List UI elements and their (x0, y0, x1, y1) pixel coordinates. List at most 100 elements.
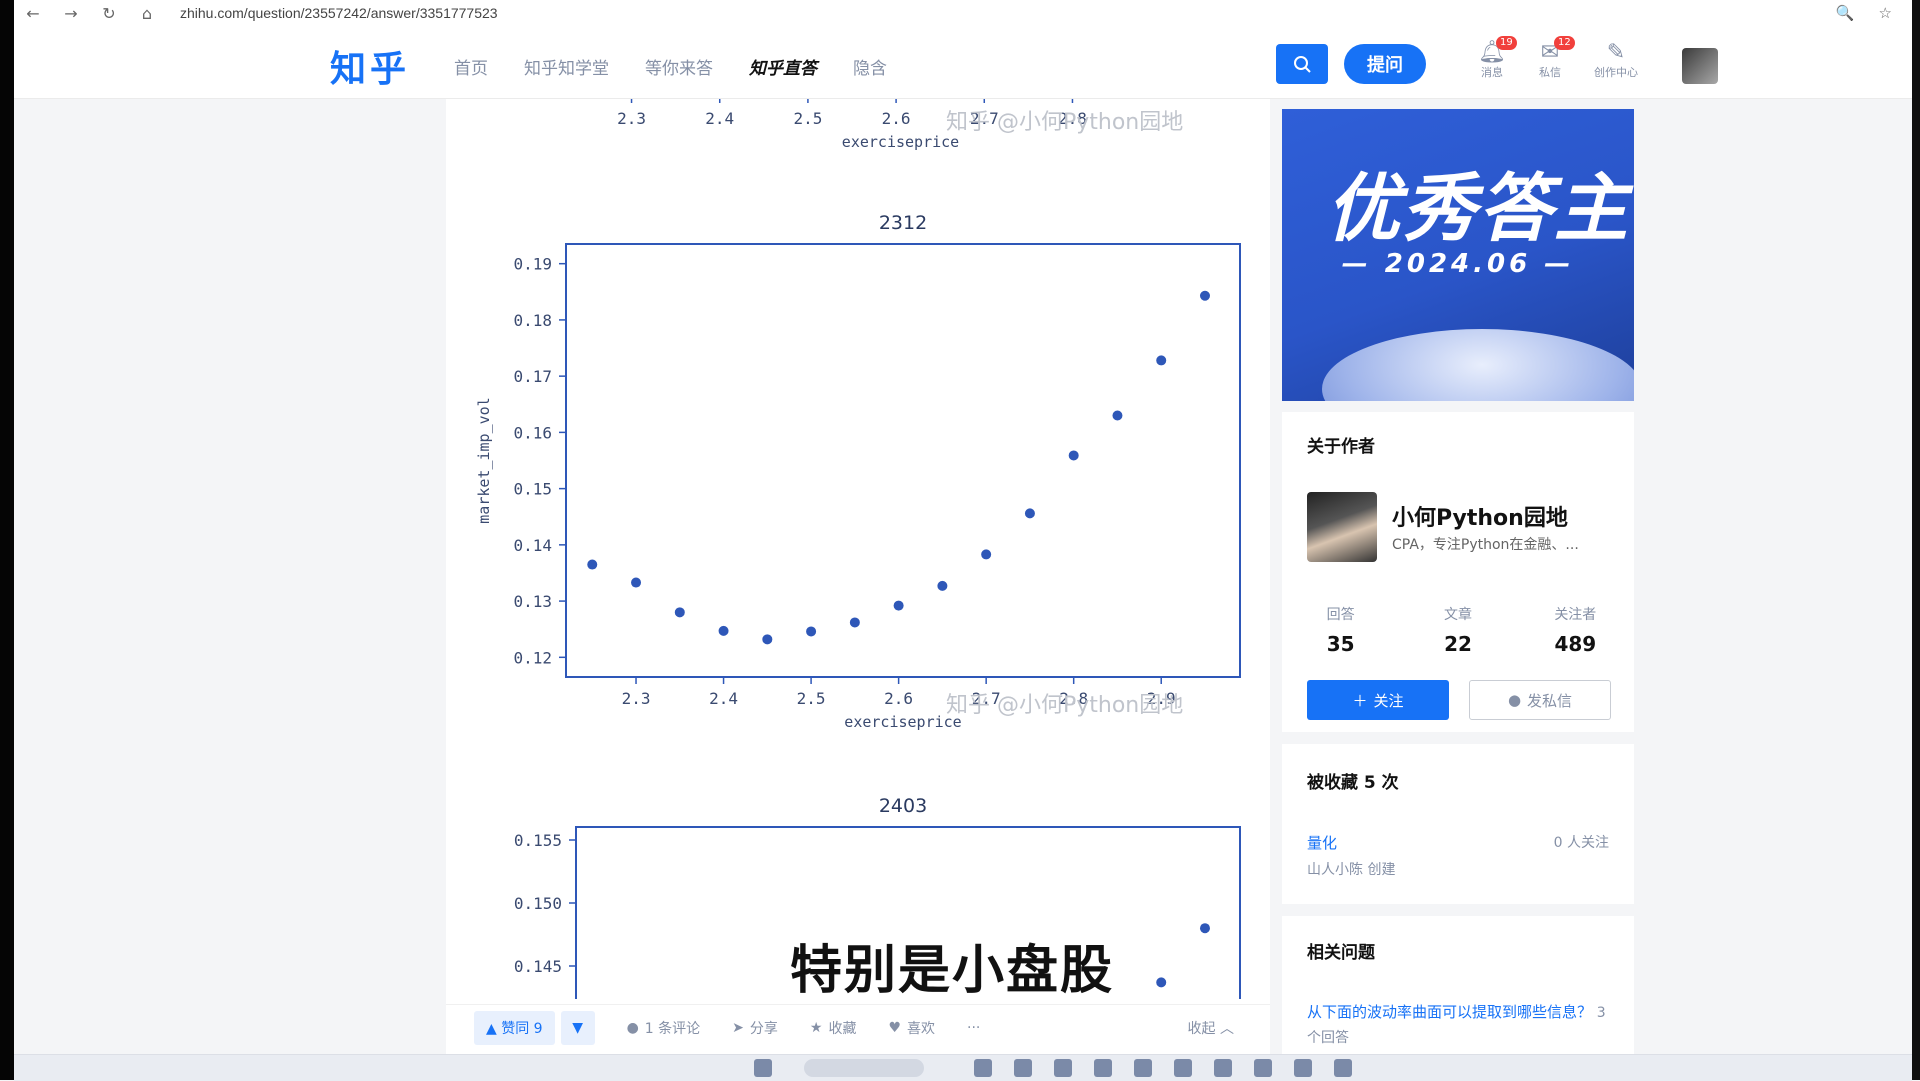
author-avatar[interactable] (1307, 492, 1377, 562)
stat-value: 489 (1554, 632, 1597, 656)
user-avatar[interactable] (1682, 48, 1718, 84)
answer-card: 2.3 2.4 2.5 2.6 2.7 2.8 exerciseprice 知乎 @小何Pyt… (446, 99, 1270, 1059)
search-button[interactable] (1276, 44, 1328, 84)
main-nav: 首页 知乎知学堂 等你来答 知乎直答 隐含 (454, 54, 887, 79)
related-questions-card: 相关问题 从下面的波动率曲面可以提取到哪些信息？ 3 个回答 (1282, 916, 1634, 1066)
collections-card: 被收藏 5 次 量化 0 人关注 山人小陈 创建 (1282, 744, 1634, 904)
message-label: 发私信 (1527, 691, 1573, 710)
taskbar-app-icon[interactable] (1014, 1059, 1032, 1077)
site-header: 知乎 首页 知乎知学堂 等你来答 知乎直答 隐含 提问 🔔︎ 19 消息 ✉︎ … (14, 26, 1912, 99)
nav-home[interactable]: 首页 (454, 54, 488, 79)
nav-search-term[interactable]: 隐含 (853, 54, 887, 79)
y-tick-label: 0.19 (513, 255, 552, 274)
y-tick-label: 0.14 (513, 536, 552, 555)
answer-figures: 2.3 2.4 2.5 2.6 2.7 2.8 exerciseprice 知乎 @小何Pyt… (446, 99, 1270, 999)
zoom-icon[interactable]: 🔍 (1836, 4, 1855, 22)
data-point (1068, 450, 1079, 461)
taskbar-app-icon[interactable] (1334, 1059, 1352, 1077)
author-bio: CPA，专注Python在金融、... (1392, 537, 1579, 553)
chart-title: 2403 (879, 795, 927, 817)
taskbar-app-icon[interactable] (1214, 1059, 1232, 1077)
y-tick-label: 0.155 (514, 831, 562, 850)
zhihu-logo[interactable]: 知乎 (330, 40, 410, 92)
follow-button[interactable]: ＋ 关注 (1307, 680, 1449, 720)
data-point (718, 625, 729, 636)
author-section-title: 关于作者 (1307, 437, 1375, 457)
share-icon: ➤ (732, 1020, 744, 1036)
y-tick-label: 0.13 (513, 592, 552, 611)
message-button[interactable]: ✉︎ 12 私信 (1520, 36, 1580, 80)
taskbar-search-box[interactable] (804, 1059, 924, 1077)
screen-border-left (0, 0, 14, 1080)
data-point (1112, 410, 1123, 421)
y-tick-label: 0.15 (513, 480, 552, 499)
related-question-link[interactable]: 从下面的波动率曲面可以提取到哪些信息？ 3 个回答 (1307, 1000, 1617, 1050)
screen-border-right (1912, 0, 1920, 1080)
comment-button[interactable]: ● 1 条评论 (627, 1018, 701, 1038)
collapse-button[interactable]: 收起 ︿ (1188, 1018, 1234, 1038)
collections-title: 被收藏 5 次 (1307, 773, 1399, 793)
data-point (631, 577, 642, 588)
watermark-text: 知乎 @小何Python园地 (946, 110, 1183, 135)
stat-answers[interactable]: 回答 35 (1282, 604, 1399, 656)
y-tick-label: 0.17 (513, 367, 552, 386)
taskbar-app-icon[interactable] (1174, 1059, 1192, 1077)
author-name[interactable]: 小何Python园地 (1392, 500, 1568, 532)
bookmark-star-icon[interactable]: ☆ (1879, 4, 1892, 22)
favorite-button[interactable]: ★ 收藏 (810, 1018, 857, 1038)
chart-title: 2312 (879, 212, 927, 234)
taskbar-app-icon[interactable] (1094, 1059, 1112, 1077)
y-tick-label: 0.150 (514, 894, 562, 913)
x-tick-label: 2.6 (884, 689, 913, 708)
video-subtitle: 特别是小盘股 (790, 941, 1115, 1001)
reload-icon[interactable]: ↻ (90, 0, 128, 26)
y-tick-label: 0.145 (514, 957, 562, 976)
data-point (937, 580, 948, 591)
upvote-button[interactable]: ▲ 赞同 9 (474, 1011, 555, 1045)
collection-name-link[interactable]: 量化 (1307, 832, 1337, 853)
stat-articles[interactable]: 文章 22 (1399, 604, 1516, 656)
send-message-button[interactable]: ● 发私信 (1469, 680, 1611, 720)
search-icon (1294, 56, 1311, 73)
notification-button[interactable]: 🔔︎ 19 消息 (1462, 36, 1522, 80)
x-tick-label: 2.4 (705, 109, 734, 128)
moon-illustration (1322, 329, 1634, 401)
answer-action-bar: ▲ 赞同 9 ▼ ● 1 条评论 ➤ 分享 ★ 收藏 ♥ 喜欢 ··· 收起 ︿ (446, 1004, 1270, 1051)
data-point (1199, 290, 1210, 301)
home-icon[interactable]: ⌂ (128, 0, 166, 26)
start-icon[interactable] (754, 1059, 772, 1077)
nav-zhida[interactable]: 知乎直答 (749, 54, 817, 79)
ask-button[interactable]: 提问 (1344, 44, 1426, 84)
data-point (674, 607, 685, 618)
y-tick-label: 0.16 (513, 423, 552, 442)
collection-followers: 0 人关注 (1553, 835, 1609, 851)
stat-label: 文章 (1443, 607, 1472, 623)
nav-zhixuetang[interactable]: 知乎知学堂 (524, 54, 609, 79)
y-tick-label: 0.12 (513, 648, 552, 667)
taskbar-app-icon[interactable] (1294, 1059, 1312, 1077)
like-button[interactable]: ♥ 喜欢 (888, 1018, 935, 1038)
x-axis-label: exerciseprice (844, 713, 961, 731)
creator-center-button[interactable]: ✎︎ 创作中心 (1586, 42, 1646, 80)
notification-label: 消息 (1481, 66, 1503, 79)
related-title: 相关问题 (1307, 943, 1375, 963)
more-button[interactable]: ··· (967, 1020, 980, 1036)
nav-waiting-answers[interactable]: 等你来答 (645, 54, 713, 79)
taskbar-app-icon[interactable] (1134, 1059, 1152, 1077)
share-button[interactable]: ➤ 分享 (732, 1018, 778, 1038)
notification-badge: 19 (1496, 36, 1517, 50)
back-icon[interactable]: ← (14, 0, 52, 26)
collection-creator[interactable]: 山人小陈 创建 (1307, 859, 1395, 879)
data-point (806, 626, 817, 637)
taskbar-app-icon[interactable] (974, 1059, 992, 1077)
stat-followers[interactable]: 关注者 489 (1517, 604, 1634, 656)
data-point (1024, 508, 1035, 519)
forward-icon[interactable]: → (52, 0, 90, 26)
stat-value: 35 (1326, 632, 1355, 656)
excellent-answerer-banner[interactable]: 优秀答主 — 2024.06 — (1282, 109, 1634, 401)
taskbar-app-icon[interactable] (1054, 1059, 1072, 1077)
taskbar-app-icon[interactable] (1254, 1059, 1272, 1077)
downvote-button[interactable]: ▼ (560, 1011, 595, 1045)
address-bar[interactable]: zhihu.com/question/23557242/answer/33517… (180, 5, 498, 21)
data-point (981, 549, 992, 560)
